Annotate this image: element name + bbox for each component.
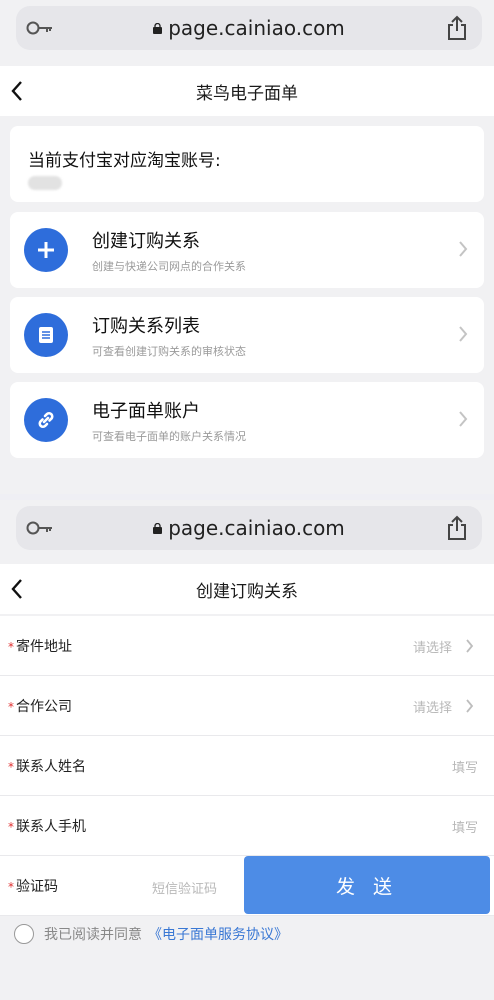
partner-company-label: * 合作公司 xyxy=(8,699,72,715)
verify-code-label: * 验证码 xyxy=(8,879,58,895)
account-card: 当前支付宝对应淘宝账号: xyxy=(10,126,484,202)
verify-code-input[interactable]: 短信验证码 xyxy=(152,878,217,897)
chevron-right-icon xyxy=(466,639,474,653)
share-icon[interactable] xyxy=(446,515,468,541)
browser-url-bar[interactable]: page.cainiao.com xyxy=(16,6,482,50)
agreement-link[interactable]: 《电子面单服务协议》 xyxy=(148,924,288,944)
menu-item-waybill-account[interactable]: 电子面单账户 可查看电子面单的账户关系情况 xyxy=(10,382,484,458)
required-marker: * xyxy=(8,700,14,714)
sender-address-label: * 寄件地址 xyxy=(8,639,72,655)
chevron-right-icon xyxy=(459,411,468,427)
contact-phone-label: * 联系人手机 xyxy=(8,819,86,835)
chevron-right-icon xyxy=(459,241,468,257)
partner-company-row[interactable]: * 合作公司 请选择 xyxy=(0,676,494,736)
page-title: 菜鸟电子面单 xyxy=(196,83,298,104)
nav-bar: 创建订购关系 xyxy=(0,564,494,614)
lock-icon xyxy=(153,522,163,534)
back-icon[interactable] xyxy=(10,80,24,102)
contact-name-label: * 联系人姓名 xyxy=(8,759,86,775)
lock-icon xyxy=(153,22,163,34)
account-label: 当前支付宝对应淘宝账号: xyxy=(28,151,221,171)
contact-name-row: * 联系人姓名 填写 xyxy=(0,736,494,796)
required-marker: * xyxy=(8,760,14,774)
key-icon[interactable] xyxy=(26,518,54,538)
send-code-button[interactable]: 发 送 xyxy=(244,856,490,914)
menu-item-subtitle: 可查看创建订购关系的审核状态 xyxy=(92,345,246,358)
account-name-redacted xyxy=(28,176,62,190)
verify-code-row: * 验证码 短信验证码 发 送 xyxy=(0,856,494,916)
contact-name-input[interactable]: 填写 xyxy=(452,757,478,776)
url-text: page.cainiao.com xyxy=(168,16,345,40)
back-icon[interactable] xyxy=(10,578,24,600)
contact-phone-input[interactable]: 填写 xyxy=(452,817,478,836)
required-marker: * xyxy=(8,880,14,894)
link-icon xyxy=(24,398,68,442)
nav-bar: 菜鸟电子面单 xyxy=(0,66,494,116)
menu-item-title: 创建订购关系 xyxy=(92,231,200,252)
menu-item-title: 电子面单账户 xyxy=(92,401,200,422)
url-display: page.cainiao.com xyxy=(153,16,345,40)
partner-company-select[interactable]: 请选择 xyxy=(413,697,452,716)
key-icon[interactable] xyxy=(26,18,54,38)
chevron-right-icon xyxy=(459,326,468,342)
menu-item-subscription-list[interactable]: 订购关系列表 可查看创建订购关系的审核状态 xyxy=(10,297,484,373)
required-marker: * xyxy=(8,820,14,834)
contact-phone-row: * 联系人手机 填写 xyxy=(0,796,494,856)
menu-item-subtitle: 可查看电子面单的账户关系情况 xyxy=(92,430,246,443)
required-marker: * xyxy=(8,640,14,654)
sender-address-row[interactable]: * 寄件地址 请选择 xyxy=(0,616,494,676)
screen-create-subscription: page.cainiao.com 创建订购关系 * 寄件地址 请选择 * 合作公司 … xyxy=(0,500,494,1000)
agreement-text: 我已阅读并同意 xyxy=(44,927,142,943)
share-icon[interactable] xyxy=(446,15,468,41)
list-icon xyxy=(24,313,68,357)
page-title: 创建订购关系 xyxy=(196,581,298,602)
url-text: page.cainiao.com xyxy=(168,516,345,540)
plus-icon xyxy=(24,228,68,272)
subscription-form: * 寄件地址 请选择 * 合作公司 请选择 * 联系人姓名 填写 * 联系人手机 填写 … xyxy=(0,616,494,916)
agreement-radio[interactable] xyxy=(14,924,34,944)
browser-url-bar[interactable]: page.cainiao.com xyxy=(16,506,482,550)
sender-address-select[interactable]: 请选择 xyxy=(413,637,452,656)
url-display: page.cainiao.com xyxy=(153,516,345,540)
screen-cainiao-home: page.cainiao.com 菜鸟电子面单 当前支付宝对应淘宝账号: 创建订… xyxy=(0,0,494,494)
menu-item-subtitle: 创建与快递公司网点的合作关系 xyxy=(92,260,246,273)
menu-item-title: 订购关系列表 xyxy=(92,316,200,337)
agreement-row: 我已阅读并同意 《电子面单服务协议》 xyxy=(14,924,288,944)
chevron-right-icon xyxy=(466,699,474,713)
menu-item-create-subscription[interactable]: 创建订购关系 创建与快递公司网点的合作关系 xyxy=(10,212,484,288)
